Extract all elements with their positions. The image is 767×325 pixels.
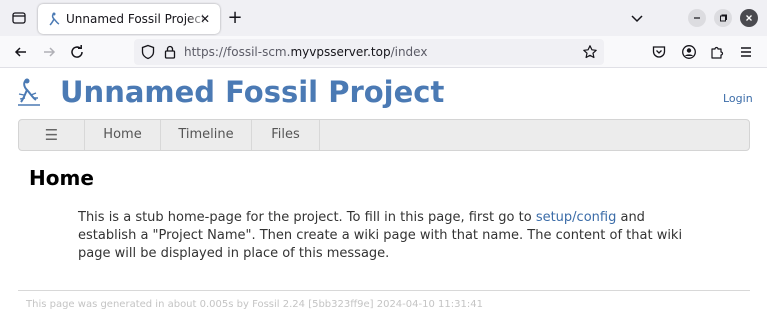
restore-window-icon[interactable] [714, 9, 732, 27]
close-window-icon[interactable] [740, 9, 758, 27]
lock-icon[interactable] [162, 44, 178, 60]
app-menu-icon[interactable] [737, 43, 755, 61]
reload-icon[interactable] [68, 43, 86, 61]
hamburger-menu-icon[interactable]: ☰ [19, 120, 85, 150]
new-tab-icon[interactable]: + [225, 8, 245, 28]
pocket-icon[interactable] [650, 43, 668, 61]
fossil-logo-icon [18, 78, 40, 106]
site-title: Unnamed Fossil Project [60, 75, 445, 109]
main-menu: ☰ Home Timeline Files [18, 119, 750, 151]
stub-text-before: This is a stub home-page for the project… [78, 210, 536, 225]
url-host: myvpsserver.top [290, 45, 391, 59]
menu-item-files[interactable]: Files [252, 120, 320, 150]
footer-divider [18, 290, 750, 291]
bookmark-star-icon[interactable] [582, 44, 598, 60]
menu-item-timeline[interactable]: Timeline [161, 120, 252, 150]
browser-nav-bar: https://fossil-scm.myvpsserver.top/index [0, 36, 767, 68]
login-link[interactable]: Login [723, 92, 753, 106]
browser-tab-bar: Unnamed Fossil Project: Home ✕ + [0, 0, 767, 36]
page-title: Home [29, 166, 94, 190]
footer-text: This page was generated in about 0.005s … [26, 299, 483, 310]
firefox-view-icon[interactable] [8, 7, 30, 29]
stub-message: This is a stub home-page for the project… [78, 209, 688, 263]
setup-config-link[interactable]: setup/config [536, 210, 617, 225]
chevron-down-icon[interactable] [628, 9, 646, 27]
fossil-favicon-icon [49, 12, 60, 26]
minimize-window-icon[interactable] [688, 9, 706, 27]
tab-close-icon[interactable]: ✕ [198, 12, 212, 26]
tab-title: Unnamed Fossil Project: Home [66, 12, 204, 26]
url-prefix: https://fossil-scm. [184, 45, 291, 59]
tracking-protection-shield-icon[interactable] [140, 44, 156, 60]
url-suffix: /index [390, 45, 428, 59]
url-text[interactable]: https://fossil-scm.myvpsserver.top/index [184, 44, 427, 60]
extensions-puzzle-icon[interactable] [708, 43, 726, 61]
forward-arrow-icon[interactable] [40, 43, 58, 61]
address-bar[interactable]: https://fossil-scm.myvpsserver.top/index [134, 39, 604, 65]
account-icon[interactable] [680, 43, 698, 61]
menu-item-home[interactable]: Home [85, 120, 161, 150]
back-arrow-icon[interactable] [12, 43, 30, 61]
browser-tab-active[interactable]: Unnamed Fossil Project: Home ✕ [38, 4, 220, 34]
